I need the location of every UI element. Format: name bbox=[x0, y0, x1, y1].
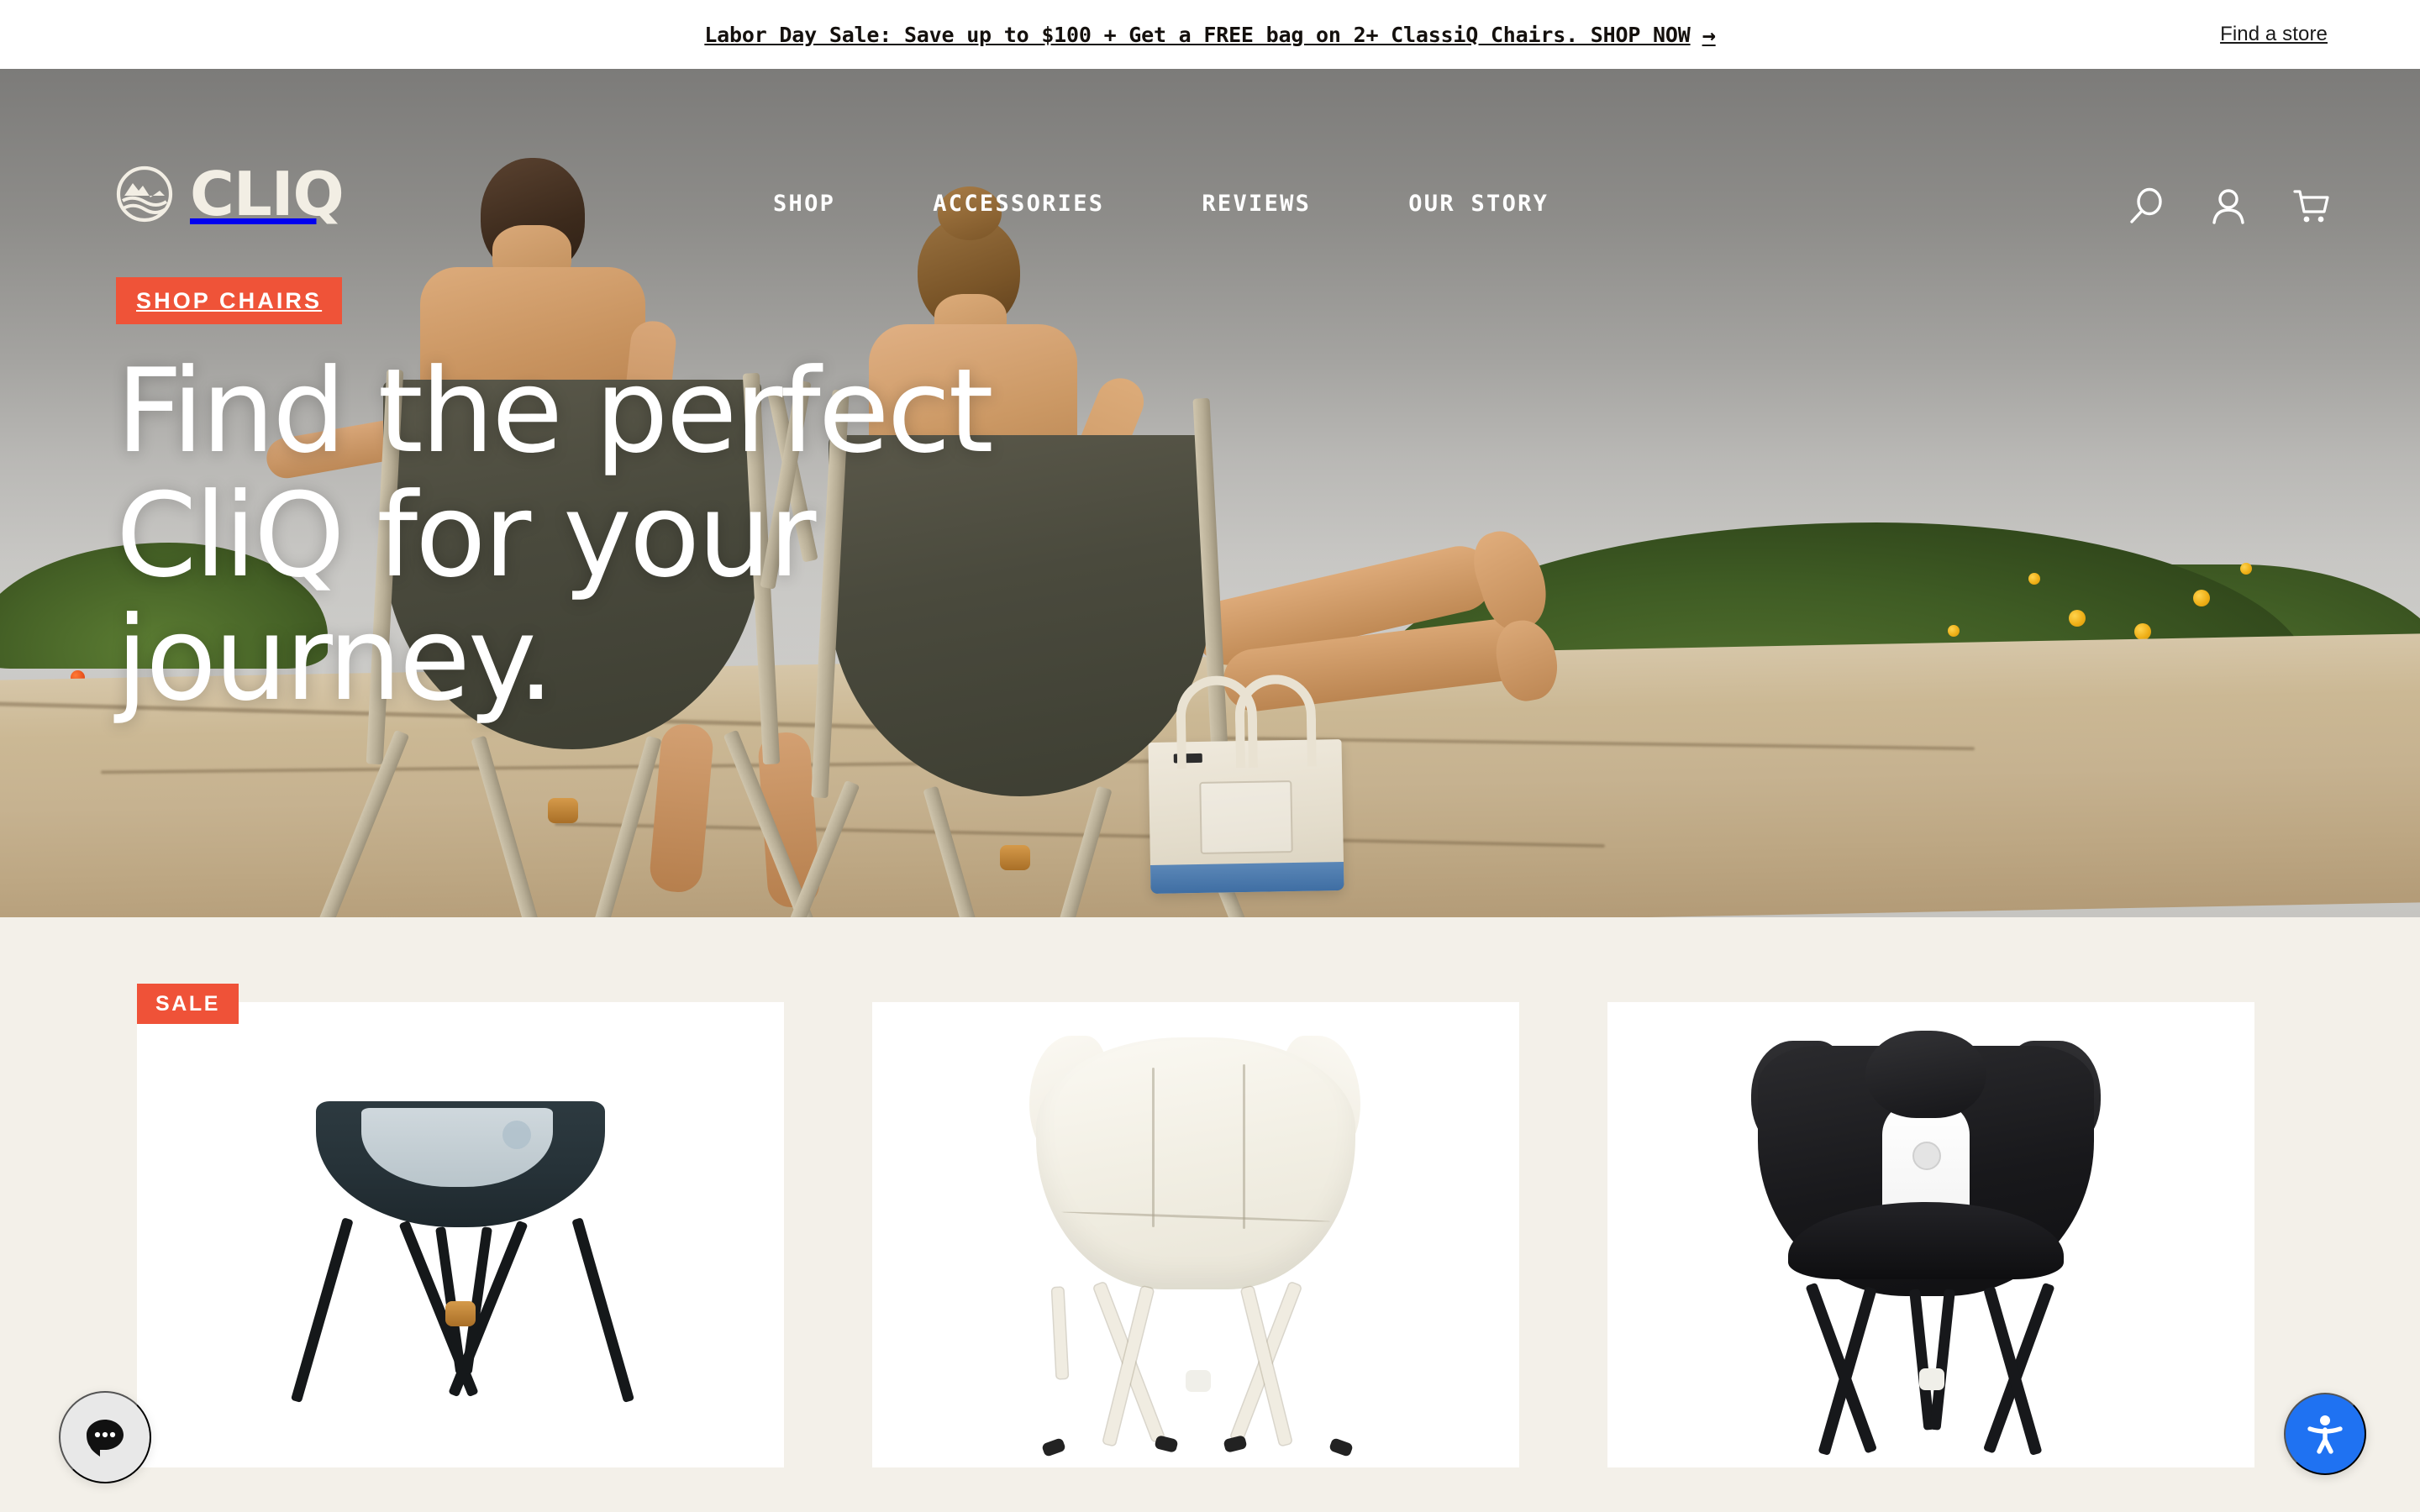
announcement-text: Labor Day Sale: Save up to $100 + Get a … bbox=[704, 22, 1691, 47]
product-image bbox=[137, 1002, 784, 1467]
chair-foot bbox=[1154, 1435, 1179, 1453]
tote-bottom-band bbox=[1150, 861, 1344, 894]
chair-leg bbox=[290, 1217, 354, 1404]
arrow-right-icon: → bbox=[1702, 22, 1716, 49]
cart-icon[interactable] bbox=[2290, 185, 2332, 227]
chair-headrest bbox=[1865, 1031, 1986, 1118]
chair-foot bbox=[1041, 1437, 1066, 1457]
chair-seam bbox=[1243, 1064, 1245, 1229]
chair-leg bbox=[1052, 1287, 1068, 1379]
logo-wordmark: CLIQ bbox=[190, 159, 345, 229]
cream-chair-illustration bbox=[935, 1002, 1456, 1467]
product-grid-section: SALE bbox=[0, 917, 2420, 1512]
accessibility-person-icon bbox=[2302, 1410, 2349, 1459]
product-card[interactable]: SALE bbox=[137, 984, 784, 1467]
chair-seat bbox=[1036, 1037, 1355, 1289]
account-icon[interactable] bbox=[2207, 185, 2249, 227]
tote-handle bbox=[1234, 674, 1317, 769]
yellow-flower bbox=[2069, 610, 2086, 627]
yellow-flower bbox=[2193, 590, 2210, 606]
shop-chairs-badge[interactable]: SHOP CHAIRS bbox=[116, 277, 343, 324]
search-icon[interactable] bbox=[2125, 185, 2167, 227]
find-a-store-link[interactable]: Find a store bbox=[2220, 0, 2328, 69]
chair-hub bbox=[1186, 1370, 1211, 1392]
tote-bag bbox=[1148, 674, 1344, 894]
announcement-link[interactable]: Labor Day Sale: Save up to $100 + Get a … bbox=[0, 0, 2420, 69]
nav-item-reviews[interactable]: REVIEWS bbox=[1153, 191, 1360, 217]
accessibility-widget-button[interactable] bbox=[2284, 1393, 2366, 1475]
dark-teal-chair-illustration bbox=[200, 1002, 721, 1467]
chair-logo-badge bbox=[502, 1121, 531, 1149]
nav-item-shop[interactable]: SHOP bbox=[724, 191, 884, 217]
black-chair-illustration bbox=[1670, 1002, 2191, 1467]
logo-link[interactable]: CLIQ bbox=[116, 159, 345, 229]
chair-hub bbox=[1919, 1368, 1944, 1390]
status-badge: SALE bbox=[137, 984, 239, 1024]
yellow-flower bbox=[2028, 573, 2040, 585]
product-card[interactable] bbox=[872, 1002, 1519, 1467]
nav-item-our-story[interactable]: OUR STORY bbox=[1360, 191, 1597, 217]
chair-hub bbox=[445, 1301, 476, 1326]
product-grid: SALE bbox=[137, 984, 2254, 1467]
site-header: CLIQ SHOP ACCESSORIES REVIEWS OUR STORY bbox=[0, 69, 2420, 224]
yellow-flower bbox=[2240, 563, 2252, 575]
product-image bbox=[872, 1002, 1519, 1467]
chair-hub bbox=[1000, 845, 1030, 870]
announcement-bar: Labor Day Sale: Save up to $100 + Get a … bbox=[0, 0, 2420, 69]
chair-foot bbox=[1328, 1437, 1354, 1457]
header-icon-group bbox=[2125, 185, 2332, 227]
product-card[interactable] bbox=[1607, 1002, 2254, 1467]
primary-nav: SHOP ACCESSORIES REVIEWS OUR STORY bbox=[724, 191, 1597, 217]
yellow-flower bbox=[1948, 625, 1960, 637]
chair-logo-badge bbox=[1912, 1142, 1941, 1170]
hero-copy: SHOP CHAIRS Find the perfect CliQ for yo… bbox=[116, 277, 1107, 722]
speech-bubble-ellipsis-icon bbox=[82, 1413, 129, 1462]
chat-widget-button[interactable] bbox=[59, 1391, 151, 1483]
hero-headline: Find the perfect CliQ for your journey. bbox=[116, 344, 994, 727]
nav-item-accessories[interactable]: ACCESSORIES bbox=[884, 191, 1153, 217]
chair-foot bbox=[1223, 1435, 1248, 1453]
chair-hub bbox=[548, 798, 578, 823]
chair-leg bbox=[1929, 1289, 1955, 1431]
tote-pocket bbox=[1199, 780, 1293, 854]
chair-seam bbox=[1152, 1068, 1155, 1227]
chair-leg bbox=[571, 1217, 635, 1404]
yellow-flower bbox=[2134, 623, 2151, 640]
product-image bbox=[1607, 1002, 2254, 1467]
mountain-wave-circle-icon bbox=[116, 165, 173, 223]
